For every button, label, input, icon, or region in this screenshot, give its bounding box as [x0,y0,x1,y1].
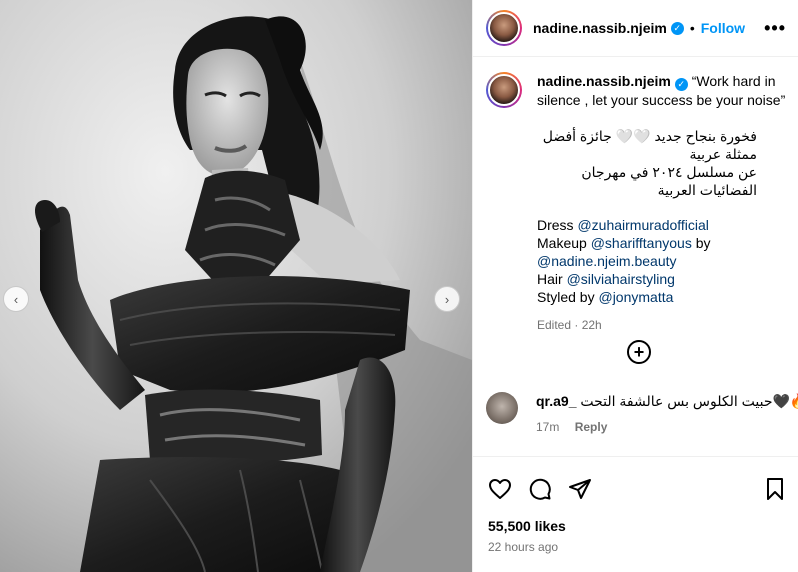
mention-link[interactable]: @zuhairmuradofficial [577,217,708,233]
bookmark-icon[interactable] [763,477,787,501]
verified-badge-icon: ✓ [670,21,684,35]
comment-item: qr.a9_ حبيت الكلوس بس عالشفة التحت🖤🔥😌🔥🔥 … [486,392,798,434]
mention-link[interactable]: @silviahairstyling [567,271,675,287]
reply-button[interactable]: Reply [575,420,608,434]
plus-circle-icon[interactable]: + [627,340,651,364]
author-username[interactable]: nadine.nassib.njeim [533,20,667,36]
credit-line: Dress @zuhairmuradofficial [537,216,787,234]
caption-arabic-line-2: عن مسلسل ٢٠٢٤ في مهرجان الفضائيات العربي… [581,163,757,198]
comment-meta: 17m Reply [536,420,798,434]
credit-line: @nadine.njeim.beauty [537,252,787,270]
comments-section: nadine.nassib.njeim ✓ “Work hard in silen… [473,58,798,456]
comment-time: 17m [536,420,560,434]
post-time[interactable]: 22 hours ago [473,540,798,554]
post-photo-illustration [0,0,472,572]
credit-suffix: by [691,234,711,251]
commenter-username[interactable]: qr.a9_ [536,393,576,409]
credit-prefix: Makeup [537,234,591,251]
comment-icon[interactable] [528,477,552,501]
caption-text: nadine.nassib.njeim ✓ “Work hard in silen… [537,72,787,334]
separator-dot: • [689,20,695,36]
caption-edited-time: Edited · 22h [537,317,602,332]
post-side-panel: nadine.nassib.njeim ✓ • Follow ••• nadin… [472,0,798,572]
mention-link[interactable]: @sharifftanyous [591,235,692,251]
caption-first-line: nadine.nassib.njeim ✓ “Work hard in silen… [537,72,787,109]
follow-button[interactable]: Follow [701,20,745,36]
likes-count[interactable]: 55,500 likes [473,518,798,534]
comment-line: qr.a9_ حبيت الكلوس بس عالشفة التحت🖤🔥😌🔥🔥 … [536,392,798,410]
verified-badge-icon: ✓ [674,77,688,91]
chevron-left-icon[interactable]: ‹ [3,286,29,312]
action-icons [473,457,798,501]
caption-avatar-image [488,74,520,106]
caption-author-avatar[interactable] [486,72,522,108]
credit-prefix: Hair [537,270,567,287]
post-actions: 55,500 likes 22 hours ago [473,456,798,572]
post-photo: ‹ › [0,0,472,572]
heart-icon[interactable] [488,477,512,501]
chevron-right-icon[interactable]: › [434,286,460,312]
caption-arabic-line-1: فخورة بنجاح جديد 🤍🤍 جائزة أفضل ممثلة عرب… [542,127,757,162]
post-header: nadine.nassib.njeim ✓ • Follow ••• [473,0,798,57]
comment-text: حبيت الكلوس بس عالشفة التحت🖤🔥😌🔥🔥 ⁠🫶🏼 [580,393,798,409]
share-icon[interactable] [568,477,592,501]
comment-body: qr.a9_ حبيت الكلوس بس عالشفة التحت🖤🔥😌🔥🔥 … [536,392,798,434]
credit-line: Styled by @jonymatta [537,288,787,306]
mention-link[interactable]: @jonymatta [598,289,673,305]
mention-link[interactable]: @nadine.njeim.beauty [537,253,677,269]
instagram-post-modal: ‹ › nadine.nassib.njeim ✓ • Follow ••• n… [0,0,798,572]
credit-line: Hair @silviahairstyling [537,270,787,288]
caption-username[interactable]: nadine.nassib.njeim [537,73,671,89]
caption-arabic: فخورة بنجاح جديد 🤍🤍 جائزة أفضل ممثلة عرب… [537,127,757,199]
caption-credits: Dress @zuhairmuradofficial Makeup @shari… [537,216,787,306]
commenter-avatar[interactable] [486,392,518,424]
author-avatar[interactable] [486,10,522,46]
caption: nadine.nassib.njeim ✓ “Work hard in silen… [473,58,798,334]
credit-prefix: Styled by [537,288,599,305]
credit-prefix: Dress [537,216,578,233]
author-avatar-image [488,12,520,44]
more-options-icon[interactable]: ••• [764,18,786,39]
credit-line: Makeup @sharifftanyous by [537,234,787,252]
